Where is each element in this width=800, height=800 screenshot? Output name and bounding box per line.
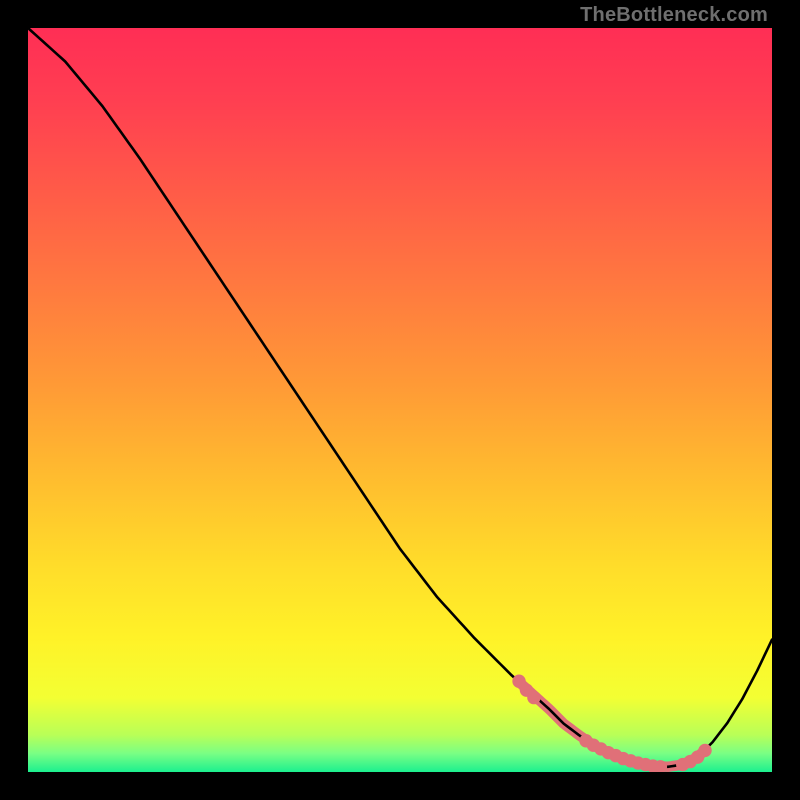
curve-layer	[28, 28, 772, 772]
highlight-dot	[698, 744, 711, 757]
outer-frame: TheBottleneck.com	[0, 0, 800, 800]
bottleneck-curve	[28, 28, 772, 767]
highlight-dots	[512, 675, 711, 772]
highlight-dot	[527, 691, 540, 704]
watermark-label: TheBottleneck.com	[580, 4, 768, 27]
plot-area	[28, 28, 772, 772]
